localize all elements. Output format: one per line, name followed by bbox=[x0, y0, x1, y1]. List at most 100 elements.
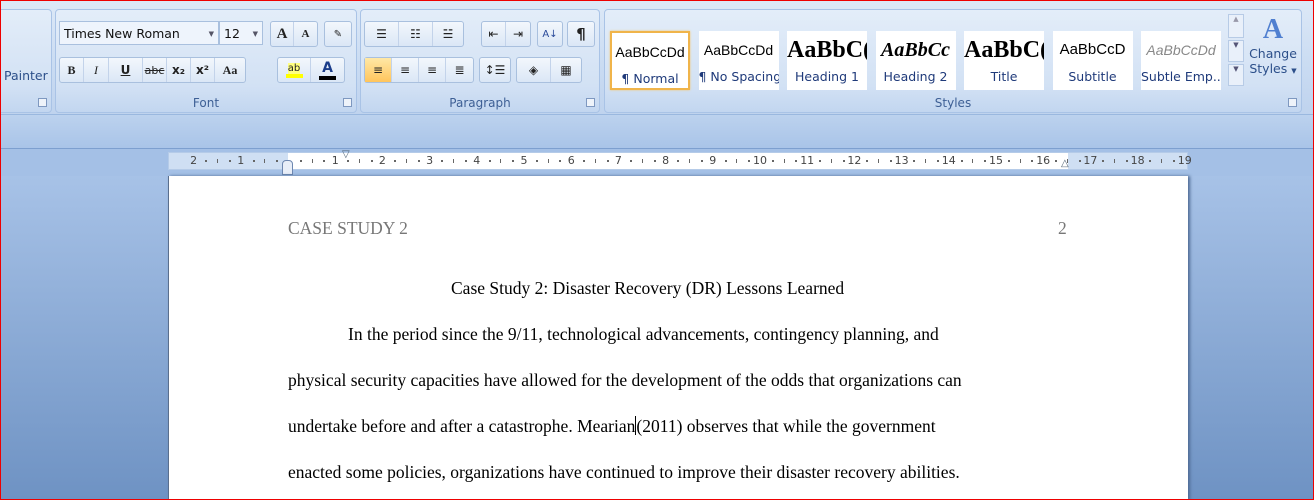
ruler-dot bbox=[677, 160, 680, 162]
style-preview: AaBbCcD bbox=[1059, 41, 1126, 58]
ruler-dot bbox=[1007, 160, 1010, 162]
align-right-button[interactable]: ≡ bbox=[419, 58, 446, 82]
highlight-button[interactable]: ab bbox=[278, 58, 311, 82]
borders-button[interactable]: ▦ bbox=[551, 58, 581, 82]
ruler-dot bbox=[417, 160, 420, 162]
ruler-dot bbox=[653, 160, 656, 162]
page-number: 2 bbox=[1058, 218, 1067, 238]
justify-button[interactable]: ≣ bbox=[446, 58, 473, 82]
multilevel-list-button[interactable]: ☱ bbox=[433, 22, 463, 46]
underline-button[interactable]: U bbox=[109, 58, 143, 82]
styles-launcher-icon[interactable] bbox=[1288, 98, 1297, 107]
style-heading-2[interactable]: AaBbCc Heading 2 bbox=[875, 31, 956, 90]
list-buttons: ☰ ☷ ☱ bbox=[364, 21, 464, 47]
align-left-button[interactable]: ≡ bbox=[365, 58, 392, 82]
style-no-spacing[interactable]: AaBbCcDd ¶ No Spacing bbox=[698, 31, 779, 90]
style-normal[interactable]: AaBbCcDd ¶ Normal bbox=[610, 31, 690, 90]
ruler-dot bbox=[1078, 160, 1081, 162]
align-center-button[interactable]: ≡ bbox=[392, 58, 419, 82]
decrease-indent-button[interactable]: ⇤ bbox=[482, 22, 506, 46]
format-painter-button[interactable]: Painter bbox=[4, 68, 48, 83]
ruler-dot bbox=[795, 160, 798, 162]
shrink-font-button[interactable]: A bbox=[294, 22, 317, 46]
scroll-down-button[interactable]: ▼ bbox=[1228, 40, 1244, 62]
ruler-number: 16 bbox=[1036, 154, 1051, 167]
numbering-button[interactable]: ☷ bbox=[399, 22, 433, 46]
font-color-button[interactable]: A bbox=[311, 58, 344, 82]
paragraph-launcher-icon[interactable] bbox=[586, 98, 595, 107]
paragraph-line: enacted some policies, organizations hav… bbox=[288, 462, 960, 482]
chevron-down-icon: ▼ bbox=[1291, 67, 1297, 75]
align-buttons: ≡ ≡ ≡ ≣ bbox=[364, 57, 474, 83]
right-indent-marker[interactable]: △ bbox=[1061, 158, 1069, 169]
ruler-dot bbox=[1125, 160, 1128, 162]
ruler-dot bbox=[937, 160, 939, 162]
ruler-dot bbox=[205, 160, 208, 162]
subscript-button[interactable]: x₂ bbox=[167, 58, 191, 82]
style-name: Subtitle bbox=[1068, 69, 1117, 84]
ruler-dot bbox=[819, 160, 821, 162]
more-styles-button[interactable]: ▼ bbox=[1228, 64, 1244, 86]
ruler-tick bbox=[689, 159, 691, 163]
ruler-tick bbox=[311, 159, 313, 163]
superscript-button[interactable]: x² bbox=[191, 58, 215, 82]
clipboard-launcher-icon[interactable] bbox=[38, 98, 47, 107]
line-spacing-icon: ↕☰ bbox=[484, 63, 506, 77]
change-case-button[interactable]: Aa bbox=[215, 58, 245, 82]
shading-border-buttons: ◈ ▦ bbox=[516, 57, 582, 83]
left-indent-marker[interactable] bbox=[282, 160, 293, 175]
increase-indent-button[interactable]: ⇥ bbox=[506, 22, 530, 46]
chevron-down-icon: ▼ bbox=[208, 30, 214, 38]
ruler-number: 2 bbox=[378, 154, 386, 167]
grow-font-button[interactable]: A bbox=[271, 22, 294, 46]
font-name-combo[interactable]: Times New Roman ▼ bbox=[59, 21, 219, 45]
line-spacing-button[interactable]: ↕☰ bbox=[479, 57, 511, 83]
text-after-cursor: (2011) observes that while the governmen… bbox=[636, 416, 936, 436]
ruler-dot bbox=[1102, 160, 1105, 162]
ruler-number: 3 bbox=[426, 154, 434, 167]
running-header: CASE STUDY 2 bbox=[288, 218, 408, 238]
sort-button[interactable]: A↓ bbox=[537, 21, 563, 47]
ruler-dot bbox=[630, 160, 633, 162]
ruler-tick bbox=[925, 159, 927, 163]
ribbon-bottom-bar bbox=[0, 115, 1314, 149]
bullets-button[interactable]: ☰ bbox=[365, 22, 399, 46]
ruler-tick bbox=[972, 159, 974, 163]
paragraph-line: undertake before and after a catastrophe… bbox=[288, 416, 936, 437]
font-launcher-icon[interactable] bbox=[343, 98, 352, 107]
style-name: Heading 1 bbox=[795, 69, 859, 84]
ruler-tick bbox=[406, 159, 407, 163]
ruler-dot bbox=[771, 160, 774, 162]
document-title: Case Study 2: Disaster Recovery (DR) Les… bbox=[451, 278, 845, 298]
ruler-dot bbox=[559, 160, 562, 162]
ruler-number: 4 bbox=[473, 154, 481, 167]
ruler-dot bbox=[252, 160, 255, 162]
font-size-combo[interactable]: 12 ▼ bbox=[219, 21, 263, 45]
style-subtitle[interactable]: AaBbCcD Subtitle bbox=[1052, 31, 1133, 90]
ruler-number: 11 bbox=[800, 154, 815, 167]
ruler-number: 1 bbox=[331, 154, 339, 167]
change-styles-icon: A bbox=[1262, 14, 1284, 45]
show-formatting-button[interactable]: ¶ bbox=[567, 21, 595, 47]
change-styles-button[interactable]: A Change Styles ▼ bbox=[1247, 14, 1299, 76]
horizontal-ruler[interactable]: 2 1 1 2 3 4 5 6 7 8 9 10 11 12 13 14 15 16 17 18 19 bbox=[168, 152, 1192, 170]
paragraph-line: physical security capacities have allowe… bbox=[288, 370, 962, 390]
shading-button[interactable]: ◈ bbox=[517, 58, 551, 82]
style-subtle-emp[interactable]: AaBbCcDd Subtle Emp... bbox=[1141, 31, 1221, 90]
ruler-tick bbox=[453, 159, 455, 163]
bold-button[interactable]: B bbox=[60, 58, 84, 82]
style-title[interactable]: AaBbC(Title bbox=[964, 31, 1044, 90]
ruler-tick bbox=[783, 159, 785, 163]
clear-formatting-button[interactable]: ✎ bbox=[324, 21, 352, 47]
ruler-tick bbox=[500, 159, 502, 163]
ruler-dot bbox=[229, 160, 231, 162]
strikethrough-button[interactable]: abc bbox=[143, 58, 167, 82]
italic-button[interactable]: I bbox=[84, 58, 109, 82]
change-styles-label: Styles bbox=[1249, 61, 1288, 76]
first-line-indent-marker[interactable]: ▽ bbox=[342, 149, 350, 160]
ruler-dot bbox=[323, 160, 326, 162]
clipboard-group: Painter bbox=[0, 9, 52, 113]
scroll-up-button[interactable]: ▲ bbox=[1228, 14, 1244, 38]
style-heading-1[interactable]: AaBbC(Heading 1 bbox=[787, 31, 867, 90]
styles-group-label: Styles bbox=[934, 96, 972, 110]
